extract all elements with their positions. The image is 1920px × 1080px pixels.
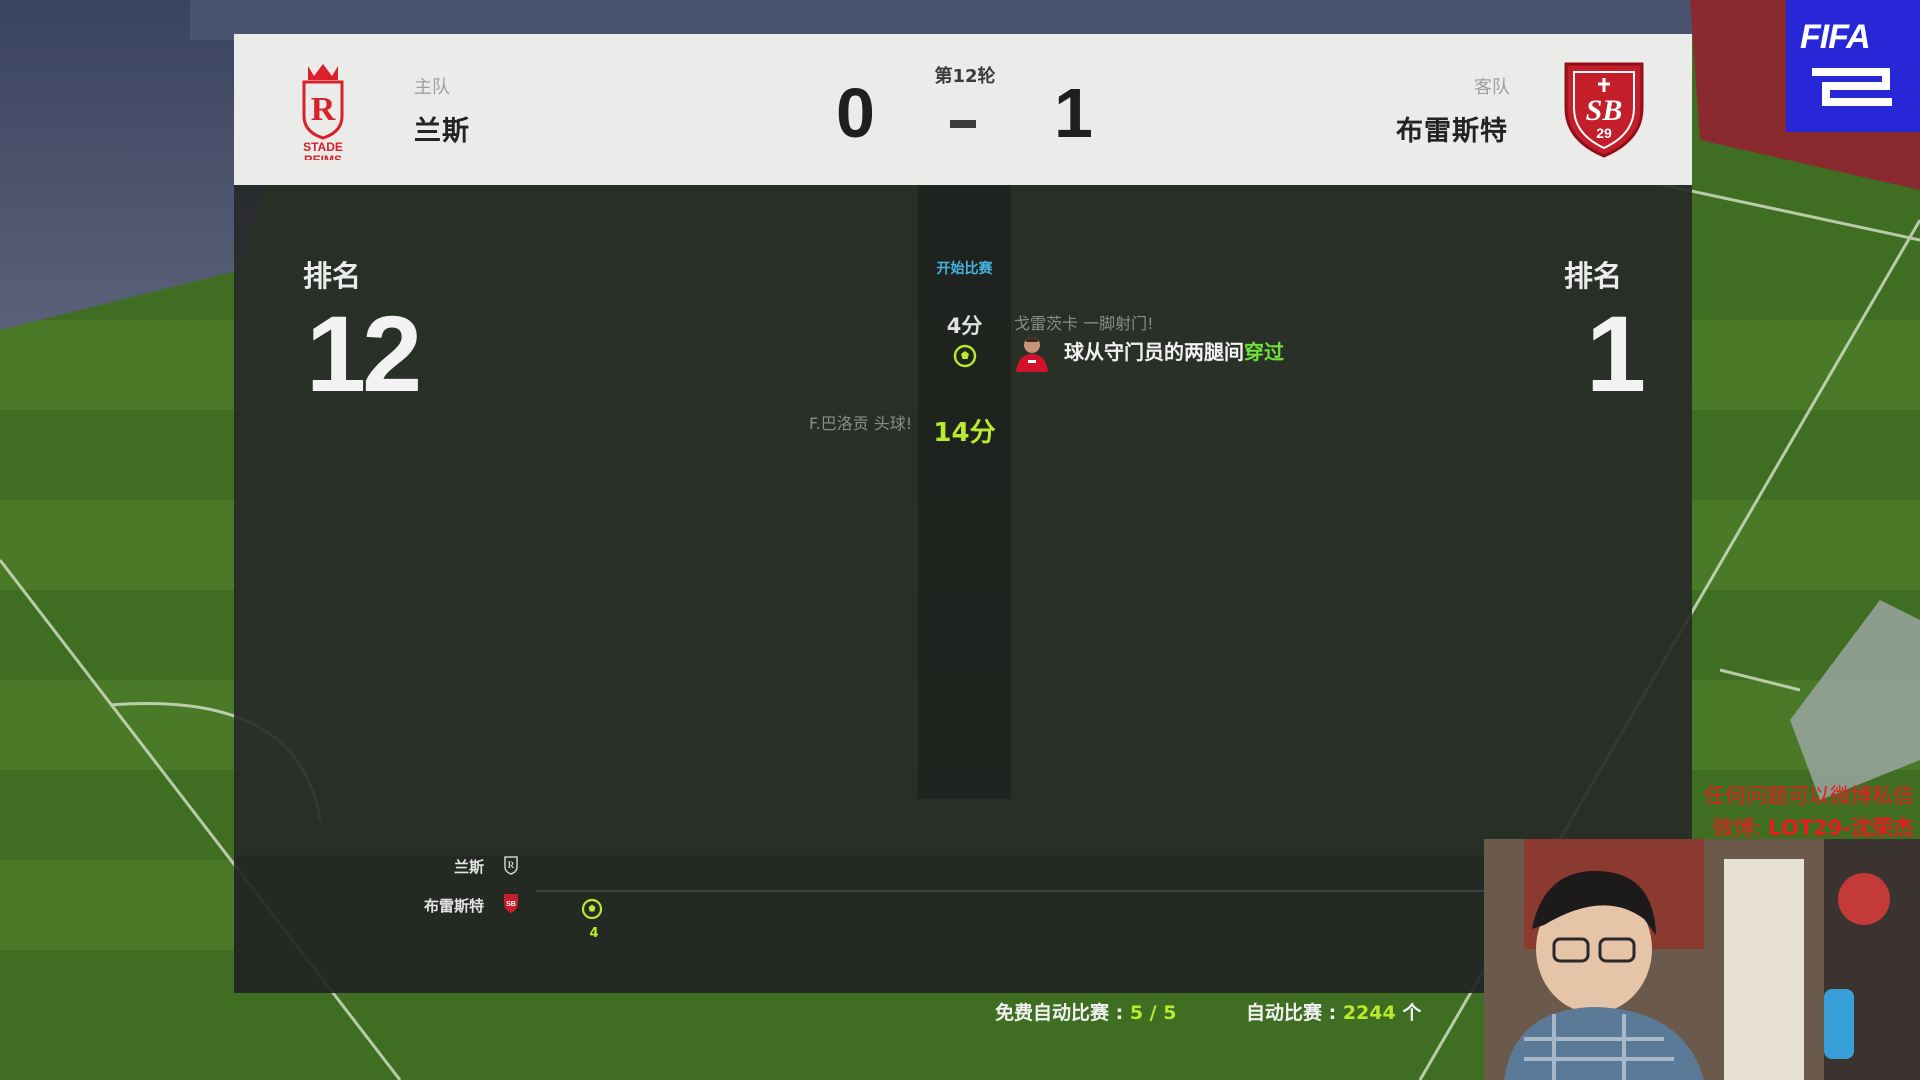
timeline-away-team: 布雷斯特 [423, 897, 484, 915]
svg-text:29: 29 [1596, 125, 1612, 141]
round-label: 第12轮 [934, 66, 996, 87]
svg-text:REIMS: REIMS [304, 153, 342, 160]
timeline-home-crest-icon: R [504, 856, 518, 875]
score-separator [950, 120, 976, 128]
auto-match-unit: 个 [1395, 1002, 1422, 1024]
match-result-panel [234, 34, 1692, 993]
away-score: 1 [1054, 74, 1093, 152]
svg-text:R: R [508, 860, 515, 870]
timeline-home-team: 兰斯 [453, 858, 484, 876]
away-rank-label: 排名 [1564, 259, 1623, 293]
auto-match-value: 2244 [1342, 1002, 1396, 1024]
goal-ball-icon [953, 344, 977, 368]
svg-text:R: R [311, 91, 336, 128]
home-score: 0 [836, 74, 875, 152]
away-goal-minute: 4分 [946, 314, 983, 338]
fifa-logo-text: FIFA [1800, 18, 1871, 56]
timeline-goal-ball-icon [581, 898, 603, 920]
stream-notice-prefix: 微博: [1712, 816, 1769, 840]
kickoff-label: 开始比赛 [936, 261, 993, 277]
away-rank-value: 1 [1586, 293, 1646, 414]
home-team-crest: R STADE REIMS [302, 64, 344, 160]
home-event-subtitle: F.巴洛贡 头球! [809, 414, 913, 433]
free-auto-match-value: 5 / 5 [1129, 1002, 1177, 1024]
home-side-label: 主队 [414, 77, 450, 98]
timeline-away-crest-icon: SB [504, 894, 518, 913]
goal-description-text: 球从守门员的两腿间 [1064, 340, 1244, 364]
fifa-logo-mark-icon [1812, 68, 1892, 106]
free-auto-match-label: 免费自动比赛 : [995, 1002, 1130, 1024]
stream-notice-line1: 任何问题可以微博私信 [1704, 784, 1914, 808]
svg-text:STADE: STADE [303, 140, 343, 154]
webcam-feed-image [1484, 839, 1920, 1080]
away-team-name: 布雷斯特 [1396, 116, 1508, 147]
timeline-goal-minute: 4 [589, 926, 599, 941]
svg-text:SB: SB [1586, 94, 1623, 127]
home-rank-value: 12 [306, 293, 422, 414]
auto-match-counter: 自动比赛 : 2244 个 [1246, 998, 1421, 1025]
home-rank-label: 排名 [303, 259, 362, 293]
away-team-crest: SB 29 [1564, 62, 1644, 158]
stream-notice-line2: 微博: LOT29-沈荣杰 [1712, 812, 1914, 842]
free-auto-match-counter: 免费自动比赛 : 5 / 5 [995, 998, 1176, 1025]
home-event-minute: 14分 [933, 418, 996, 448]
away-goal-description: 球从守门员的两腿间穿过 [1064, 336, 1284, 365]
away-goal-subtitle: 戈雷茨卡 一脚射门! [1014, 314, 1154, 333]
home-team-name: 兰斯 [414, 116, 470, 147]
player-avatar [1016, 337, 1048, 372]
away-side-label: 客队 [1474, 77, 1510, 98]
streamer-webcam [1484, 839, 1920, 1080]
stream-notice-handle: LOT29-沈荣杰 [1768, 816, 1914, 840]
svg-text:SB: SB [506, 901, 516, 908]
auto-match-label: 自动比赛 : [1246, 1002, 1343, 1024]
goal-description-highlight: 穿过 [1244, 340, 1284, 364]
timeline-track [536, 890, 1486, 892]
